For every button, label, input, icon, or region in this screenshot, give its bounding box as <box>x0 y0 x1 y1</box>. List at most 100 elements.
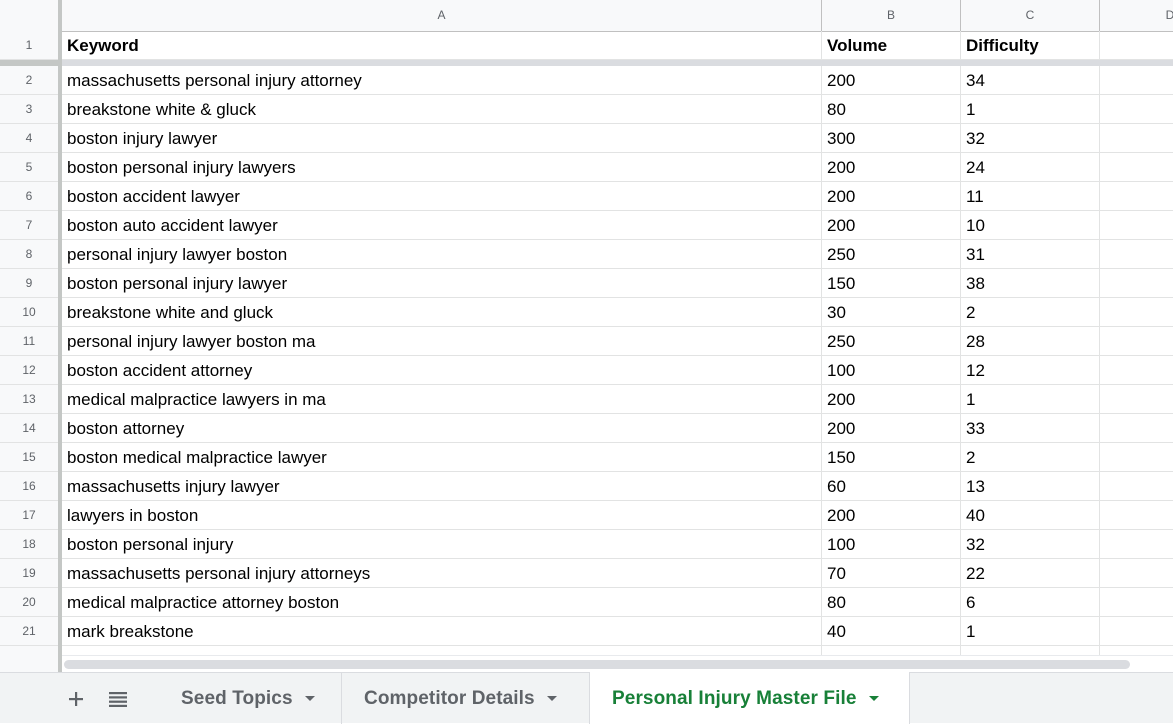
volume-cell[interactable]: 250 <box>822 240 961 268</box>
difficulty-cell[interactable]: 12 <box>961 356 1100 384</box>
row-number[interactable]: 7 <box>0 211 58 240</box>
keyword-cell[interactable]: boston accident attorney <box>62 356 822 384</box>
keyword-cell[interactable]: personal injury lawyer boston ma <box>62 327 822 355</box>
volume-cell[interactable]: 250 <box>822 327 961 355</box>
empty-cell[interactable] <box>1100 501 1173 529</box>
volume-cell[interactable]: 200 <box>822 211 961 239</box>
difficulty-cell[interactable]: 24 <box>961 153 1100 181</box>
caret-down-icon[interactable] <box>868 696 879 701</box>
empty-cell[interactable] <box>1100 530 1173 558</box>
volume-cell[interactable]: 200 <box>822 385 961 413</box>
row-number[interactable]: 21 <box>0 617 58 646</box>
horizontal-scrollbar-thumb[interactable] <box>64 660 1130 669</box>
row-number[interactable]: 15 <box>0 443 58 472</box>
keyword-cell[interactable]: personal injury lawyer boston <box>62 240 822 268</box>
volume-cell[interactable]: 70 <box>822 559 961 587</box>
empty-cell[interactable] <box>1100 211 1173 239</box>
select-all-corner[interactable] <box>0 0 59 31</box>
sheet-tab[interactable]: Seed Topics <box>159 673 342 724</box>
empty-cell[interactable] <box>1100 124 1173 152</box>
difficulty-cell[interactable]: 1 <box>961 95 1100 123</box>
keyword-cell[interactable]: medical malpractice lawyers in ma <box>62 385 822 413</box>
volume-cell[interactable]: 200 <box>822 501 961 529</box>
keyword-cell[interactable]: massachusetts personal injury attorneys <box>62 559 822 587</box>
spreadsheet-grid[interactable]: A B C D 1 2 3 4 5 6 7 8 9 10 11 12 13 14 15 16 17 18 19 20… <box>0 0 1173 672</box>
keyword-cell[interactable]: massachusetts injury lawyer <box>62 472 822 500</box>
volume-cell[interactable]: 100 <box>822 356 961 384</box>
column-header-b[interactable]: B <box>822 0 961 31</box>
volume-cell[interactable]: 60 <box>822 472 961 500</box>
caret-down-icon[interactable] <box>304 696 315 701</box>
difficulty-cell[interactable]: 40 <box>961 501 1100 529</box>
row-number[interactable]: 4 <box>0 124 58 153</box>
volume-cell[interactable]: 30 <box>822 298 961 326</box>
empty-cell[interactable] <box>1100 182 1173 210</box>
row-number[interactable]: 14 <box>0 414 58 443</box>
difficulty-cell[interactable]: 2 <box>961 298 1100 326</box>
keyword-cell[interactable]: lawyers in boston <box>62 501 822 529</box>
keyword-cell[interactable]: breakstone white and gluck <box>62 298 822 326</box>
empty-cell[interactable] <box>1100 327 1173 355</box>
empty-cell[interactable] <box>1100 153 1173 181</box>
difficulty-cell[interactable]: 1 <box>961 385 1100 413</box>
row-number[interactable]: 3 <box>0 95 58 124</box>
row-number[interactable]: 5 <box>0 153 58 182</box>
difficulty-cell[interactable]: 28 <box>961 327 1100 355</box>
column-header-c[interactable]: C <box>961 0 1100 31</box>
keyword-cell[interactable]: boston auto accident lawyer <box>62 211 822 239</box>
keyword-cell[interactable]: boston attorney <box>62 414 822 442</box>
row-number[interactable]: 20 <box>0 588 58 617</box>
keyword-cell[interactable]: massachusetts personal injury attorney <box>62 66 822 94</box>
keyword-cell[interactable]: boston personal injury <box>62 530 822 558</box>
volume-cell[interactable]: 80 <box>822 95 961 123</box>
difficulty-header[interactable]: Difficulty <box>961 31 1100 59</box>
difficulty-cell[interactable]: 2 <box>961 443 1100 471</box>
column-header-d[interactable]: D <box>1100 0 1173 31</box>
difficulty-cell[interactable]: 22 <box>961 559 1100 587</box>
row-number[interactable]: 19 <box>0 559 58 588</box>
keyword-header[interactable]: Keyword <box>62 31 822 59</box>
empty-cell[interactable] <box>1100 269 1173 297</box>
keyword-cell[interactable]: boston personal injury lawyers <box>62 153 822 181</box>
difficulty-cell[interactable]: 32 <box>961 124 1100 152</box>
difficulty-cell[interactable]: 10 <box>961 211 1100 239</box>
column-header-a[interactable]: A <box>62 0 822 31</box>
volume-cell[interactable]: 80 <box>822 588 961 616</box>
volume-cell[interactable]: 300 <box>822 124 961 152</box>
difficulty-cell[interactable]: 31 <box>961 240 1100 268</box>
row-number[interactable]: 10 <box>0 298 58 327</box>
keyword-cell[interactable]: medical malpractice attorney boston <box>62 588 822 616</box>
volume-cell[interactable]: 200 <box>822 66 961 94</box>
row-number[interactable]: 11 <box>0 327 58 356</box>
row-number[interactable]: 1 <box>0 31 58 60</box>
keyword-cell[interactable]: boston accident lawyer <box>62 182 822 210</box>
empty-cell[interactable] <box>1100 472 1173 500</box>
frozen-column-divider[interactable] <box>58 0 62 672</box>
volume-header[interactable]: Volume <box>822 31 961 59</box>
row-number[interactable]: 17 <box>0 501 58 530</box>
row-number[interactable]: 13 <box>0 385 58 414</box>
freeze-handle-corner[interactable] <box>0 60 62 66</box>
keyword-cell[interactable]: breakstone white & gluck <box>62 95 822 123</box>
empty-cell[interactable] <box>1100 443 1173 471</box>
difficulty-cell[interactable]: 1 <box>961 617 1100 645</box>
row-number[interactable]: 9 <box>0 269 58 298</box>
volume-cell[interactable]: 100 <box>822 530 961 558</box>
volume-cell[interactable]: 200 <box>822 153 961 181</box>
empty-cell[interactable] <box>1100 95 1173 123</box>
row-number[interactable]: 12 <box>0 356 58 385</box>
empty-cell[interactable] <box>1100 240 1173 268</box>
row-number[interactable]: 2 <box>0 66 58 95</box>
all-sheets-button[interactable] <box>98 673 138 724</box>
difficulty-cell[interactable]: 32 <box>961 530 1100 558</box>
caret-down-icon[interactable] <box>546 696 557 701</box>
empty-cell[interactable] <box>1100 31 1173 59</box>
difficulty-cell[interactable]: 33 <box>961 414 1100 442</box>
add-sheet-button[interactable] <box>56 673 96 724</box>
empty-cell[interactable] <box>1100 559 1173 587</box>
row-number[interactable]: 8 <box>0 240 58 269</box>
volume-cell[interactable]: 40 <box>822 617 961 645</box>
volume-cell[interactable]: 200 <box>822 182 961 210</box>
row-number[interactable]: 16 <box>0 472 58 501</box>
empty-cell[interactable] <box>1100 617 1173 645</box>
